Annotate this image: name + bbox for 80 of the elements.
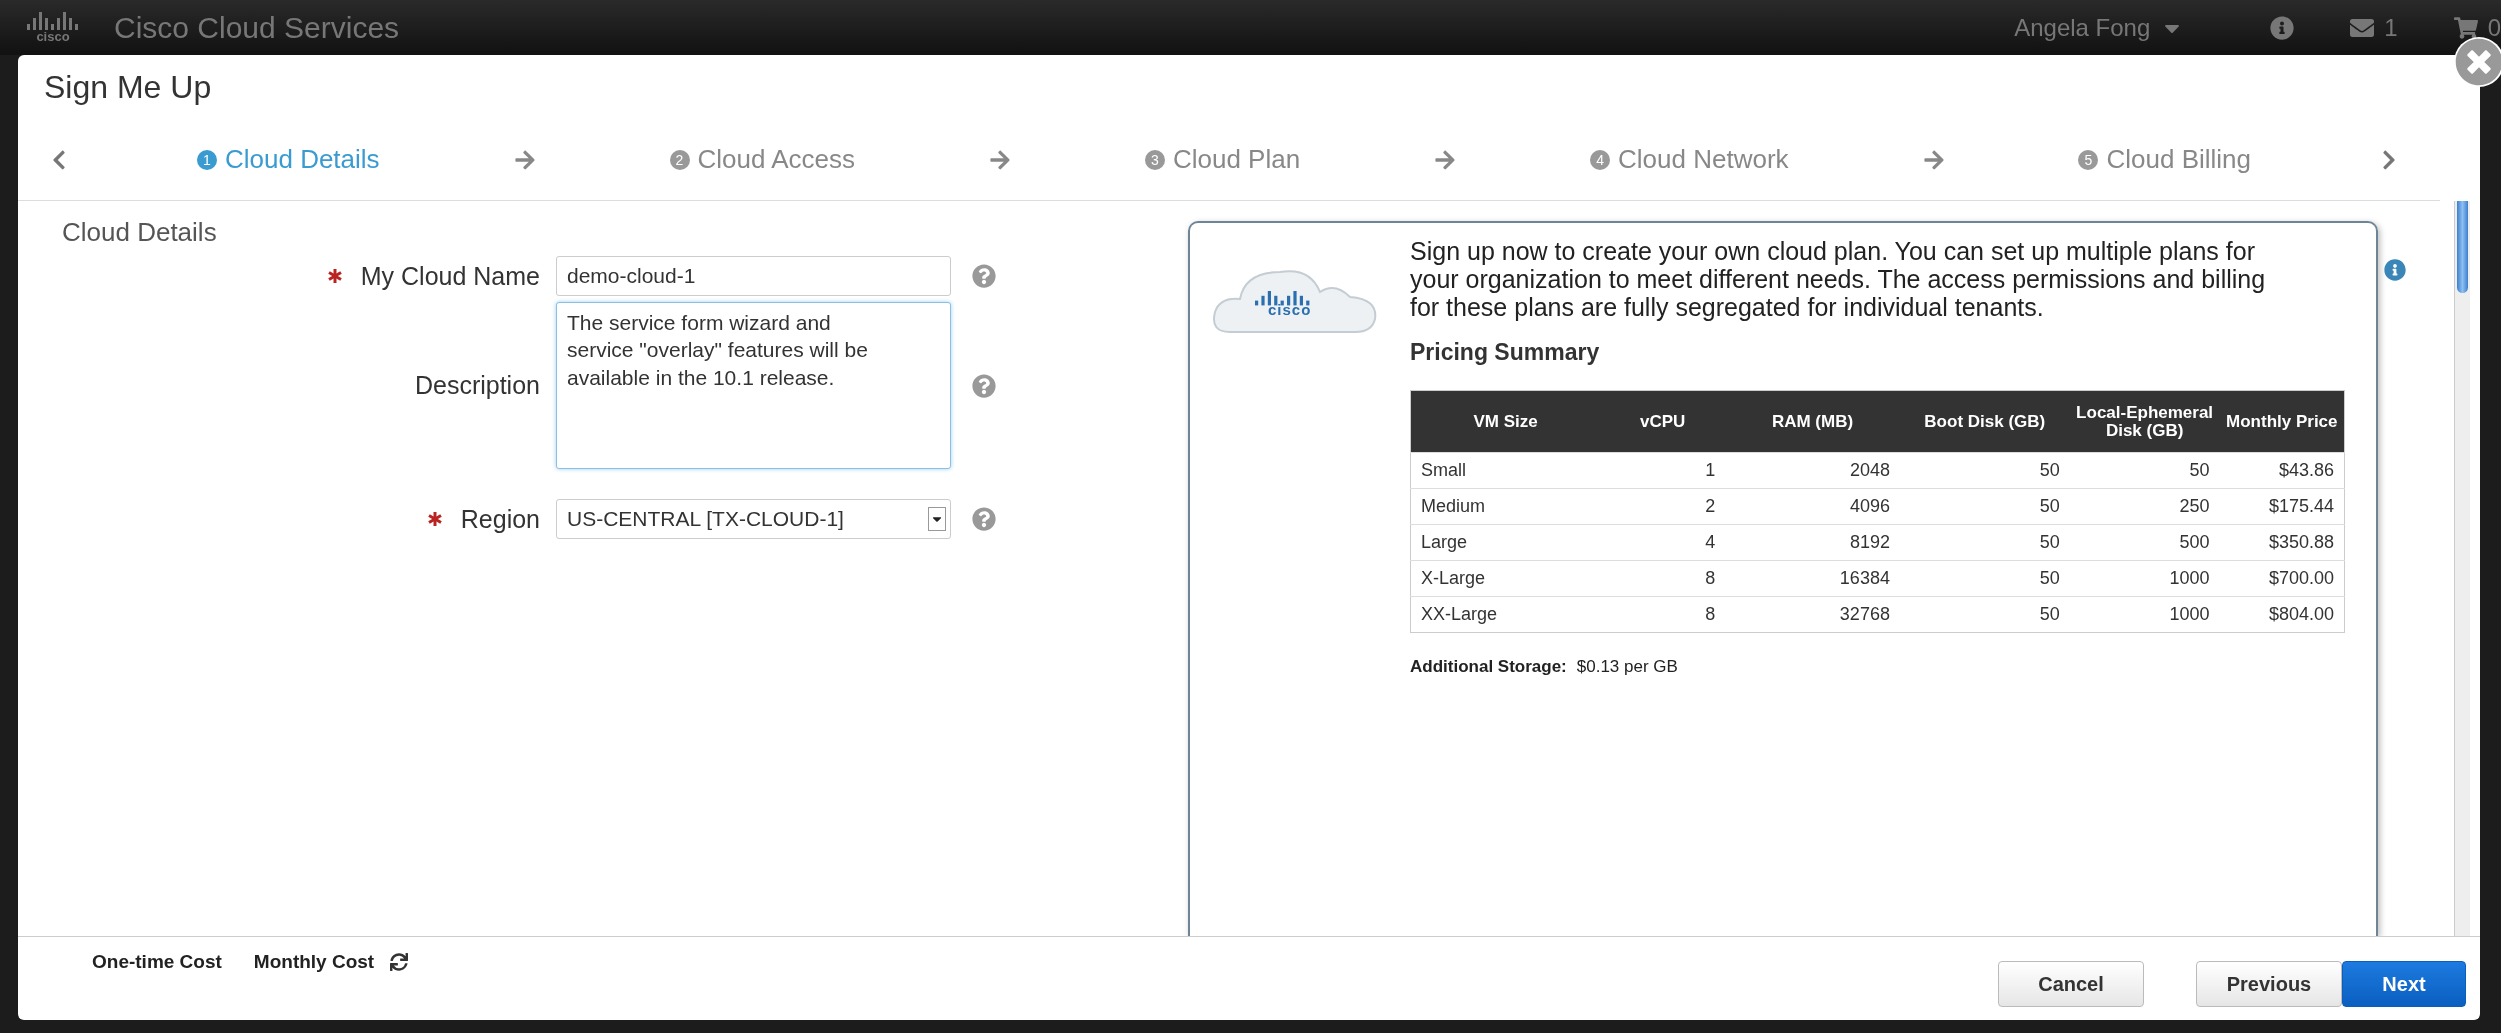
- region-dropdown[interactable]: US-CENTRAL [TX-CLOUD-1]: [556, 499, 951, 539]
- step-number[interactable]: 2: [669, 149, 690, 170]
- arrow-right-icon: [989, 148, 1011, 171]
- step-number[interactable]: 1: [196, 149, 217, 170]
- step-number[interactable]: 3: [1144, 149, 1165, 170]
- storage-label: Additional Storage:: [1410, 657, 1567, 677]
- table-cell: 2048: [1725, 452, 1900, 489]
- arrow-right-icon: [1434, 148, 1457, 171]
- wizard-step[interactable]: Cloud Access: [697, 144, 856, 175]
- user-menu[interactable]: Angela Fong: [2014, 13, 2151, 42]
- field-label: Description: [414, 371, 540, 400]
- table-cell: $804.00: [2219, 596, 2345, 633]
- table-cell: $175.44: [2219, 488, 2345, 525]
- table-cell: 4096: [1725, 488, 1900, 525]
- info-text: Sign up now to create your own cloud plan. You can set up multiple plans for your organization to meet different needs. The access permissions and billing for these plans are fully segregated for individual tenants.: [1410, 237, 2267, 321]
- wizard-step[interactable]: Cloud Network: [1618, 144, 1789, 175]
- table-cell: 4: [1600, 524, 1726, 561]
- table-cell: 8192: [1725, 524, 1900, 561]
- scrollbar[interactable]: [2454, 201, 2470, 936]
- wizard-step[interactable]: Cloud Details: [224, 144, 380, 175]
- previous-button[interactable]: Previous: [2196, 961, 2342, 1007]
- message-count: 1: [2384, 13, 2398, 42]
- field-label: Region: [460, 504, 540, 534]
- table-cell: 32768: [1725, 596, 1900, 633]
- column-header: VM Size: [1410, 390, 1601, 453]
- table-cell: 50: [1899, 488, 2070, 525]
- table-cell: X-Large: [1410, 560, 1601, 597]
- cloud-name-field[interactable]: demo-cloud-1: [556, 256, 951, 296]
- cancel-button[interactable]: Cancel: [1998, 961, 2144, 1007]
- description-field[interactable]: The service form wizard and service "overlay" features will be available in the 10.1 release.: [556, 302, 951, 469]
- column-header: Monthly Price: [2219, 390, 2345, 453]
- cart-count: 0: [2487, 13, 2501, 42]
- close-icon[interactable]: [2454, 37, 2501, 87]
- table-cell: $43.86: [2219, 452, 2345, 489]
- info-icon[interactable]: [2384, 259, 2406, 281]
- column-header: RAM (MB): [1725, 390, 1900, 453]
- storage-price: $0.13 per GB: [1576, 657, 1678, 677]
- table-cell: Medium: [1410, 488, 1601, 525]
- column-header: Boot Disk (GB): [1899, 390, 2070, 453]
- info-icon[interactable]: [2270, 15, 2295, 40]
- table-cell: Small: [1410, 452, 1601, 489]
- table-cell: 250: [2069, 488, 2220, 525]
- app-title: Cisco Cloud Services: [114, 10, 400, 45]
- column-header: vCPU: [1600, 390, 1726, 453]
- table-cell: 500: [2069, 524, 2220, 561]
- pricing-title: Pricing Summary: [1410, 339, 1601, 366]
- table-cell: 50: [1899, 524, 2070, 561]
- cost-label: Monthly Cost: [253, 951, 375, 973]
- table-cell: XX-Large: [1410, 596, 1601, 633]
- table-cell: 8: [1600, 560, 1726, 597]
- table-cell: Large: [1410, 524, 1601, 561]
- wizard-step[interactable]: Cloud Plan: [1172, 144, 1301, 175]
- next-button[interactable]: Next: [2342, 961, 2466, 1007]
- table-cell: 1000: [2069, 596, 2220, 633]
- field-label: My Cloud Name: [360, 261, 540, 291]
- table-cell: 1000: [2069, 560, 2220, 597]
- table-cell: $700.00: [2219, 560, 2345, 597]
- table-cell: 8: [1600, 596, 1726, 633]
- column-header: Local-Ephemeral Disk (GB): [2069, 390, 2220, 453]
- wizard-step[interactable]: Cloud Billing: [2106, 144, 2251, 175]
- table-cell: 50: [1899, 596, 2070, 633]
- logo-bars-icon: [26, 12, 80, 30]
- refresh-icon[interactable]: [390, 953, 409, 971]
- table-cell: 1: [1600, 452, 1726, 489]
- cost-label: One-time Cost: [92, 951, 222, 973]
- step-number[interactable]: 4: [1590, 149, 1611, 170]
- table-cell: 16384: [1725, 560, 1900, 597]
- arrow-right-icon: [513, 148, 536, 171]
- cart-icon[interactable]: [2453, 15, 2478, 40]
- dialog-title: Sign Me Up: [43, 68, 213, 107]
- table-cell: $350.88: [2219, 524, 2345, 561]
- caret-icon[interactable]: [928, 507, 946, 531]
- table-cell: 50: [1899, 560, 2070, 597]
- table-cell: 50: [1899, 452, 2070, 489]
- step-number[interactable]: 5: [2078, 149, 2099, 170]
- arrow-right-icon: [1922, 148, 1945, 171]
- section-title: Cloud Details: [62, 217, 218, 248]
- table-cell: 50: [2069, 452, 2220, 489]
- cisco-logo: cisco: [8, 12, 98, 43]
- table-cell: 2: [1600, 488, 1726, 525]
